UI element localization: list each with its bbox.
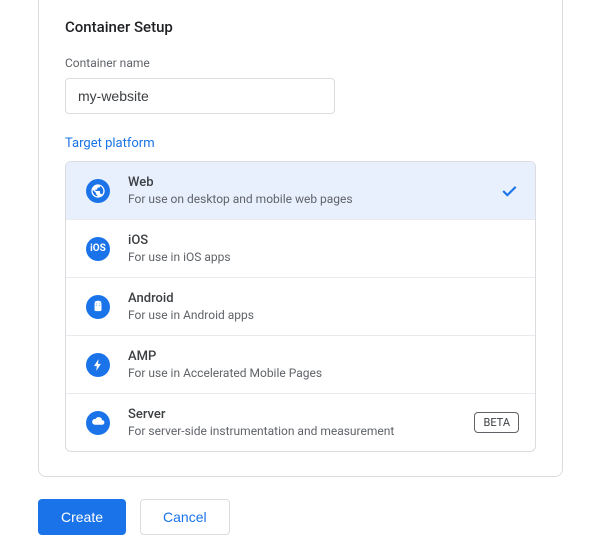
platform-desc: For server-side instrumentation and meas… xyxy=(128,424,464,438)
platform-name: iOS xyxy=(128,233,519,248)
action-bar: Create Cancel xyxy=(38,499,591,535)
container-name-label: Container name xyxy=(65,56,536,70)
platform-desc: For use in Accelerated Mobile Pages xyxy=(128,366,519,380)
beta-badge: BETA xyxy=(474,412,519,433)
platform-desc: For use in Android apps xyxy=(128,308,519,322)
server-icon xyxy=(86,411,110,435)
platform-name: AMP xyxy=(128,349,519,364)
platform-name: Server xyxy=(128,407,464,422)
platform-name: Web xyxy=(128,175,499,190)
container-setup-panel: Container Setup Container name Target pl… xyxy=(38,0,563,477)
container-name-input[interactable] xyxy=(65,78,335,114)
create-button[interactable]: Create xyxy=(38,499,126,535)
platform-row-web[interactable]: Web For use on desktop and mobile web pa… xyxy=(66,162,535,220)
platform-row-ios[interactable]: iOS iOS For use in iOS apps xyxy=(66,220,535,278)
platform-name: Android xyxy=(128,291,519,306)
section-title: Container Setup xyxy=(65,18,536,36)
platform-row-amp[interactable]: AMP For use in Accelerated Mobile Pages xyxy=(66,336,535,394)
platform-row-android[interactable]: Android For use in Android apps xyxy=(66,278,535,336)
platform-desc: For use in iOS apps xyxy=(128,250,519,264)
platform-text: AMP For use in Accelerated Mobile Pages xyxy=(128,349,519,380)
platform-text: Server For server-side instrumentation a… xyxy=(128,407,464,438)
amp-icon xyxy=(86,353,110,377)
cancel-button[interactable]: Cancel xyxy=(140,499,230,535)
target-platform-label: Target platform xyxy=(65,136,536,151)
platform-text: Web For use on desktop and mobile web pa… xyxy=(128,175,499,206)
platform-row-server[interactable]: Server For server-side instrumentation a… xyxy=(66,394,535,451)
platform-text: Android For use in Android apps xyxy=(128,291,519,322)
platform-list: Web For use on desktop and mobile web pa… xyxy=(65,161,536,452)
android-icon xyxy=(86,295,110,319)
platform-text: iOS For use in iOS apps xyxy=(128,233,519,264)
ios-icon: iOS xyxy=(86,237,110,261)
check-icon xyxy=(499,181,519,201)
platform-desc: For use on desktop and mobile web pages xyxy=(128,192,499,206)
web-icon xyxy=(86,179,110,203)
